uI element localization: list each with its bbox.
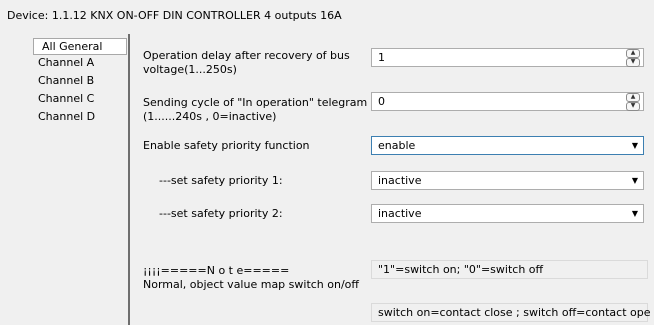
- op-delay-label-line2: voltage(1...250s): [143, 63, 237, 76]
- op-delay-value: 1: [378, 51, 385, 64]
- op-delay-label-line1: Operation delay after recovery of bus: [143, 49, 350, 62]
- note-text-2-value: switch on=contact close ; switch off=con…: [378, 306, 651, 319]
- note-text-1: "1"=switch on; "0"=switch off: [371, 260, 648, 279]
- safety-2-value: inactive: [378, 207, 422, 220]
- safety-1-select[interactable]: inactive ▼: [371, 171, 644, 190]
- safety-enable-select[interactable]: enable ▼: [371, 136, 644, 155]
- spin-down-icon[interactable]: ▼: [626, 58, 640, 67]
- safety-1-value: inactive: [378, 174, 422, 187]
- send-cycle-label-line1: Sending cycle of "In operation" telegram: [143, 96, 368, 109]
- safety-enable-value: enable: [378, 139, 416, 152]
- channel-sidebar: All General Channel A Channel B Channel …: [30, 34, 130, 325]
- sidebar-item-all-general[interactable]: All General: [33, 38, 127, 55]
- op-delay-label: Operation delay after recovery of bus vo…: [143, 49, 350, 77]
- safety-enable-label: Enable safety priority function: [143, 139, 310, 152]
- sidebar-item-channel-a[interactable]: Channel A: [33, 55, 99, 71]
- sidebar-item-channel-d[interactable]: Channel D: [33, 109, 100, 125]
- spin-up-icon[interactable]: ▲: [626, 49, 640, 58]
- note-text-2: switch on=contact close ; switch off=con…: [371, 303, 651, 322]
- note-label-line1: ¡¡¡¡=====N o t e=====: [143, 264, 290, 277]
- chevron-down-icon[interactable]: ▼: [632, 176, 638, 185]
- spin-up-icon[interactable]: ▲: [626, 93, 640, 102]
- note-label: ¡¡¡¡=====N o t e===== Normal, object val…: [143, 264, 359, 292]
- spin-down-icon[interactable]: ▼: [626, 102, 640, 111]
- safety-2-select[interactable]: inactive ▼: [371, 204, 644, 223]
- op-delay-input[interactable]: 1 ▲ ▼: [371, 48, 644, 67]
- send-cycle-label: Sending cycle of "In operation" telegram…: [143, 96, 367, 124]
- safety-2-label: ---set safety priority 2:: [159, 207, 283, 220]
- device-title: Device: 1.1.12 KNX ON-OFF DIN CONTROLLER…: [7, 9, 342, 22]
- sidebar-item-channel-c[interactable]: Channel C: [33, 91, 99, 107]
- sidebar-item-channel-b[interactable]: Channel B: [33, 73, 99, 89]
- note-text-1-value: "1"=switch on; "0"=switch off: [378, 263, 544, 276]
- safety-1-label: ---set safety priority 1:: [159, 174, 283, 187]
- note-label-line2: Normal, object value map switch on/off: [143, 278, 359, 291]
- chevron-down-icon[interactable]: ▼: [632, 141, 638, 150]
- chevron-down-icon[interactable]: ▼: [632, 209, 638, 218]
- send-cycle-input[interactable]: 0 ▲ ▼: [371, 92, 644, 111]
- send-cycle-label-line2: (1......240s , 0=inactive): [143, 110, 277, 123]
- send-cycle-value: 0: [378, 95, 385, 108]
